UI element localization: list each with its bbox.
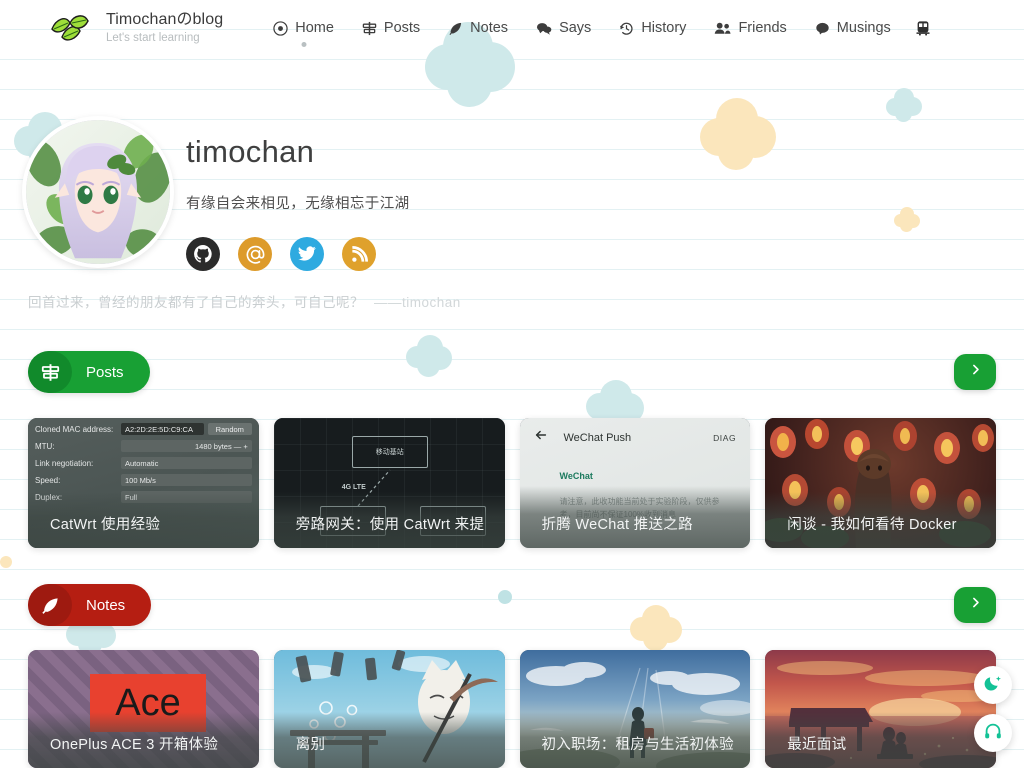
section-label: Posts	[86, 363, 124, 381]
arrow-left-icon[interactable]	[534, 428, 548, 447]
nav-item-posts[interactable]: Posts	[348, 0, 434, 56]
chevron-right-icon	[969, 363, 982, 381]
page-root: Timochanのblog Let's start learning Home …	[0, 0, 1024, 768]
section-badge-posts[interactable]: Posts	[28, 351, 150, 393]
net-label: Speed:	[35, 475, 61, 485]
nav-item-says[interactable]: Says	[522, 0, 605, 56]
music-player-button[interactable]	[974, 714, 1012, 752]
decor-dot	[0, 556, 12, 568]
headphones-icon	[983, 721, 1003, 746]
note-card-title: 离别	[295, 737, 326, 753]
net-label: Cloned MAC address:	[35, 424, 114, 434]
moon-icon	[983, 673, 1003, 698]
quote-text: 回首过来，曾经的朋友都有了自己的奔头，可自己呢？	[28, 295, 364, 310]
anime-avatar	[26, 120, 170, 264]
chevron-right-icon	[969, 596, 982, 614]
social-twitter[interactable]	[290, 237, 324, 271]
note-card-title: 初入职场：租房与生活初体验	[541, 737, 734, 753]
post-card-title: 折腾 WeChat 推送之路	[541, 517, 693, 533]
section-label: Notes	[86, 596, 126, 614]
nav-item-label: Musings	[836, 20, 891, 36]
net-value: A2:2D:2E:5D:C9:CA	[121, 423, 204, 435]
social-email[interactable]	[238, 237, 272, 271]
nav-item-friends[interactable]: Friends	[700, 0, 800, 56]
diagram-link-label: 4G LTE	[341, 484, 366, 491]
dot-circle-icon	[273, 20, 288, 36]
nav-links: Home Posts Notes Says History Friends Mu…	[259, 0, 941, 56]
note-card[interactable]: Ace OnePlus ACE 3 开箱体验	[28, 650, 259, 768]
nav-item-label: Says	[559, 20, 592, 36]
post-card[interactable]: 移动基站 4G LTE 旁路网关：使用 CatWrt 来提	[273, 418, 505, 548]
section-header-posts: Posts	[28, 351, 996, 393]
post-card[interactable]: WeChat Push DIAG WeChat 请注意，此收功能当前处于实验阶段…	[519, 418, 751, 548]
at-icon	[245, 244, 266, 265]
floating-buttons	[974, 656, 1012, 752]
avatar[interactable]	[22, 116, 174, 268]
net-value: 100 Mb/s	[121, 474, 252, 486]
nav-item-notes[interactable]: Notes	[434, 0, 522, 56]
note-card-title: OnePlus ACE 3 开箱体验	[50, 737, 219, 753]
comment-icon	[815, 21, 830, 36]
train-icon	[915, 20, 931, 36]
rss-icon	[350, 245, 369, 264]
profile-section: timochan 有缘自会来相见，无缘相忘于江湖	[0, 108, 1024, 271]
twitter-icon	[297, 244, 317, 264]
post-card[interactable]: Cloned MAC address: A2:2D:2E:5D:C9:CA Ra…	[28, 418, 259, 548]
active-indicator-dot	[301, 42, 307, 47]
navbar: Timochanのblog Let's start learning Home …	[0, 0, 1024, 56]
post-card-title: CatWrt 使用经验	[50, 517, 161, 533]
signpost-icon	[28, 351, 72, 393]
note-card[interactable]: 初入职场：租房与生活初体验	[519, 650, 751, 768]
note-card-title: 最近面试	[787, 737, 847, 753]
wechat-title: WeChat Push	[563, 431, 632, 444]
notes-card-grid: Ace OnePlus ACE 3 开箱体验 离别 初入职场：租房与生活初体验 …	[28, 650, 996, 768]
nav-item-train[interactable]	[905, 0, 941, 56]
post-card-title: 闲谈 - 我如何看待 Docker	[787, 517, 957, 533]
nav-item-label: Friends	[738, 20, 787, 36]
nav-item-home[interactable]: Home	[259, 0, 348, 56]
signpost-icon	[362, 21, 377, 36]
nav-item-label: History	[641, 20, 687, 36]
notes-next-button[interactable]	[954, 587, 996, 623]
feather-icon	[28, 584, 72, 626]
wechat-section-label: WeChat	[559, 471, 593, 481]
chat-bubbles-icon	[536, 21, 552, 36]
feather-icon	[448, 21, 463, 36]
profile-description: 有缘自会来相见，无缘相忘于江湖	[186, 196, 410, 212]
leaf-logo-icon	[48, 11, 92, 45]
social-github[interactable]	[186, 237, 220, 271]
net-label: Link negotiation:	[35, 458, 94, 468]
section-badge-notes[interactable]: Notes	[28, 584, 152, 626]
quote-author: ——timochan	[374, 295, 461, 310]
quote-line: 回首过来，曾经的朋友都有了自己的奔头，可自己呢？ ——timochan	[28, 291, 461, 311]
post-card[interactable]: 闲谈 - 我如何看待 Docker	[765, 418, 996, 548]
net-value: 1480 bytes — +	[121, 440, 252, 452]
nav-item-history[interactable]: History	[605, 0, 700, 56]
posts-next-button[interactable]	[954, 354, 996, 390]
social-links	[186, 237, 1024, 271]
net-value: Automatic	[121, 457, 252, 469]
wechat-diag-label: DIAG	[713, 432, 737, 443]
social-rss[interactable]	[342, 237, 376, 271]
nav-item-label: Home	[295, 20, 334, 36]
note-card[interactable]: 离别	[273, 650, 505, 768]
profile-name: timochan	[186, 134, 315, 169]
dark-mode-toggle[interactable]	[974, 666, 1012, 704]
github-icon	[193, 244, 213, 264]
site-title: Timochanのblog	[106, 11, 224, 29]
nav-item-label: Posts	[383, 20, 421, 36]
section-header-notes: Notes	[28, 584, 996, 626]
posts-card-grid: Cloned MAC address: A2:2D:2E:5D:C9:CA Ra…	[28, 418, 996, 548]
profile-body: timochan 有缘自会来相见，无缘相忘于江湖	[186, 108, 1024, 271]
note-card[interactable]: 最近面试	[765, 650, 996, 768]
random-button[interactable]: Random	[207, 423, 252, 435]
site-subtitle: Let's start learning	[106, 31, 200, 44]
post-card-title: 旁路网关：使用 CatWrt 来提	[295, 517, 485, 533]
brand[interactable]: Timochanのblog Let's start learning	[0, 11, 223, 45]
nav-item-label: Notes	[470, 20, 509, 36]
history-clock-icon	[619, 21, 634, 36]
nav-item-musings[interactable]: Musings	[801, 0, 905, 56]
people-icon	[714, 21, 731, 36]
net-label: MTU:	[35, 441, 55, 451]
